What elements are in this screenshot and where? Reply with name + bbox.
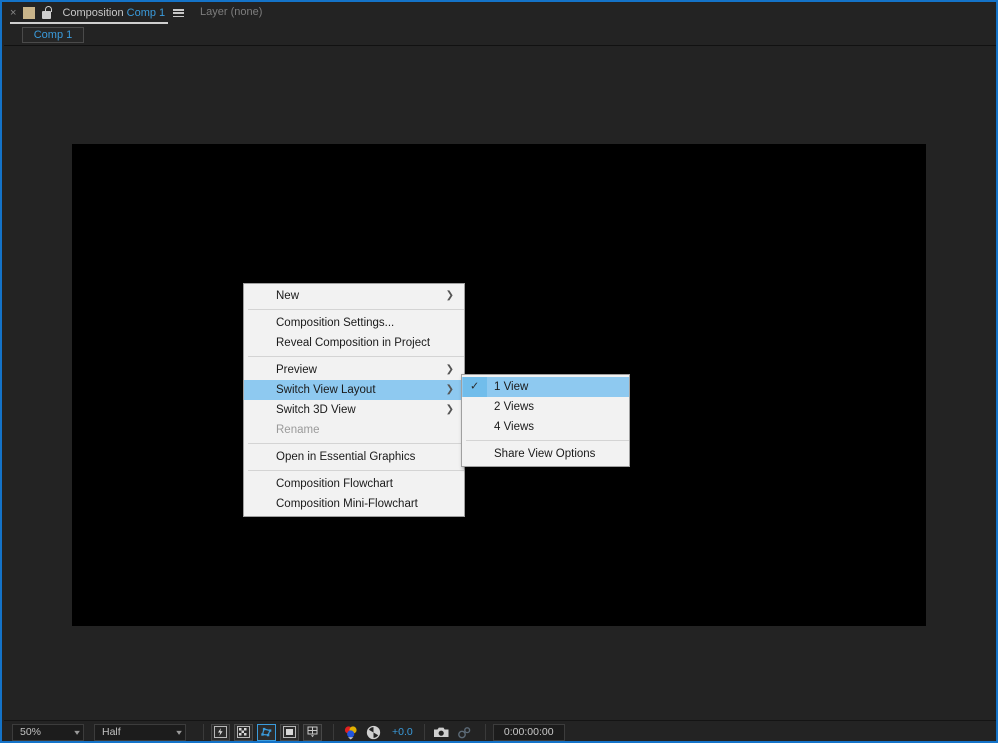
menu-item-open-in-essential-graphics-label: Open in Essential Graphics — [276, 451, 416, 463]
exposure-value[interactable]: +0.0 — [392, 726, 413, 738]
menu-item-switch-view-layout[interactable]: Switch View Layout ❯ — [244, 380, 464, 400]
chevron-right-icon: ❯ — [445, 364, 454, 375]
zoom-level-dropdown[interactable]: 50% ▾ — [12, 723, 84, 741]
menu-item-composition-mini-flowchart[interactable]: Composition Mini-Flowchart — [244, 494, 464, 514]
panel-menu-icon[interactable] — [173, 9, 185, 17]
menu-separator — [248, 356, 464, 357]
menu-item-composition-flowchart-label: Composition Flowchart — [276, 478, 393, 490]
menu-item-reveal-composition-in-project-label: Reveal Composition in Project — [276, 337, 431, 349]
comp-tab-row: Comp 1 — [4, 24, 996, 45]
toggle-transparency-grid-icon[interactable] — [211, 723, 230, 741]
menu-separator — [466, 440, 629, 441]
menu-item-rename-label: Rename — [276, 424, 320, 436]
close-icon[interactable]: × — [10, 7, 16, 19]
submenu-item-4-views[interactable]: 4 Views — [462, 417, 629, 437]
menu-separator — [248, 443, 464, 444]
submenu-item-1-view-label: 1 View — [494, 381, 529, 393]
toggle-3d-ground-plane-icon[interactable] — [303, 723, 322, 741]
show-snapshot-icon[interactable] — [455, 724, 474, 741]
menu-item-switch-3d-view-label: Switch 3D View — [276, 404, 356, 416]
chevron-right-icon: ❯ — [445, 404, 454, 415]
menu-item-composition-settings[interactable]: Composition Settings... — [244, 313, 464, 333]
resolution-value: Half — [102, 726, 121, 738]
zoom-level-value: 50% — [20, 726, 42, 738]
menu-item-new-label: New — [276, 290, 300, 302]
submenu-item-share-view-options[interactable]: Share View Options — [462, 444, 629, 464]
submenu-item-share-view-options-label: Share View Options — [494, 448, 596, 460]
viewer-bottom-toolbar: 50% ▾ Half ▾ +0.0 0:00:00:00 — [4, 720, 996, 741]
panel-color-swatch — [23, 7, 36, 19]
toolbar-separator — [423, 724, 425, 740]
panel-title-prefix: Composition — [62, 7, 124, 19]
toolbar-separator — [484, 724, 486, 740]
current-timecode-value: 0:00:00:00 — [503, 726, 554, 738]
menu-item-reveal-composition-in-project[interactable]: Reveal Composition in Project — [244, 333, 464, 353]
exposure-icon[interactable] — [364, 724, 383, 741]
resolution-dropdown[interactable]: Half ▾ — [94, 723, 186, 741]
menu-item-new[interactable]: New ❯ — [244, 286, 464, 306]
panel-title: Composition Comp 1 — [62, 7, 165, 19]
lock-icon[interactable] — [42, 6, 54, 20]
tab-comp-1-label: Comp 1 — [33, 29, 73, 41]
check-icon: ✓ — [470, 380, 480, 393]
panel-header: × Composition Comp 1 Layer (none) — [4, 2, 996, 24]
menu-item-switch-view-layout-label: Switch View Layout — [276, 384, 376, 396]
submenu-item-2-views[interactable]: 2 Views — [462, 397, 629, 417]
menu-item-composition-settings-label: Composition Settings... — [276, 317, 395, 329]
layer-label: Layer (none) — [200, 6, 263, 18]
menu-item-composition-flowchart[interactable]: Composition Flowchart — [244, 474, 464, 494]
menu-item-composition-mini-flowchart-label: Composition Mini-Flowchart — [276, 498, 418, 510]
panel-title-comp-name: Comp 1 — [126, 7, 166, 19]
after-effects-composition-window: × Composition Comp 1 Layer (none) Comp 1… — [0, 0, 998, 743]
menu-item-open-in-essential-graphics[interactable]: Open in Essential Graphics — [244, 447, 464, 467]
toggle-title-action-safe-icon[interactable] — [280, 723, 299, 741]
submenu-item-4-views-label: 4 Views — [494, 421, 535, 433]
toolbar-separator — [333, 724, 334, 740]
channel-rgb-icon[interactable] — [341, 724, 360, 741]
toggle-mask-shape-paths-icon[interactable] — [257, 723, 276, 741]
menu-separator — [248, 470, 464, 471]
toggle-alpha-checkerboard-icon[interactable] — [234, 723, 253, 741]
current-timecode-field[interactable]: 0:00:00:00 — [492, 723, 565, 741]
context-menu[interactable]: New ❯ Composition Settings... Reveal Com… — [243, 283, 465, 517]
menu-item-preview[interactable]: Preview ❯ — [244, 360, 464, 380]
menu-item-preview-label: Preview — [276, 364, 317, 376]
chevron-right-icon: ❯ — [445, 290, 454, 301]
toolbar-separator — [203, 724, 204, 740]
submenu-item-2-views-label: 2 Views — [494, 401, 535, 413]
tab-comp-1[interactable]: Comp 1 — [22, 27, 84, 43]
chevron-down-icon: ▾ — [74, 727, 80, 737]
submenu-item-1-view[interactable]: ✓ 1 View — [462, 377, 629, 397]
take-snapshot-icon[interactable] — [432, 724, 451, 741]
menu-item-switch-3d-view[interactable]: Switch 3D View ❯ — [244, 400, 464, 420]
chevron-down-icon: ▾ — [176, 727, 182, 737]
chevron-right-icon: ❯ — [445, 384, 454, 395]
menu-item-rename: Rename — [244, 420, 464, 440]
menu-separator — [248, 309, 464, 310]
switch-view-layout-submenu[interactable]: ✓ 1 View 2 Views 4 Views Share View Opti… — [461, 374, 630, 467]
